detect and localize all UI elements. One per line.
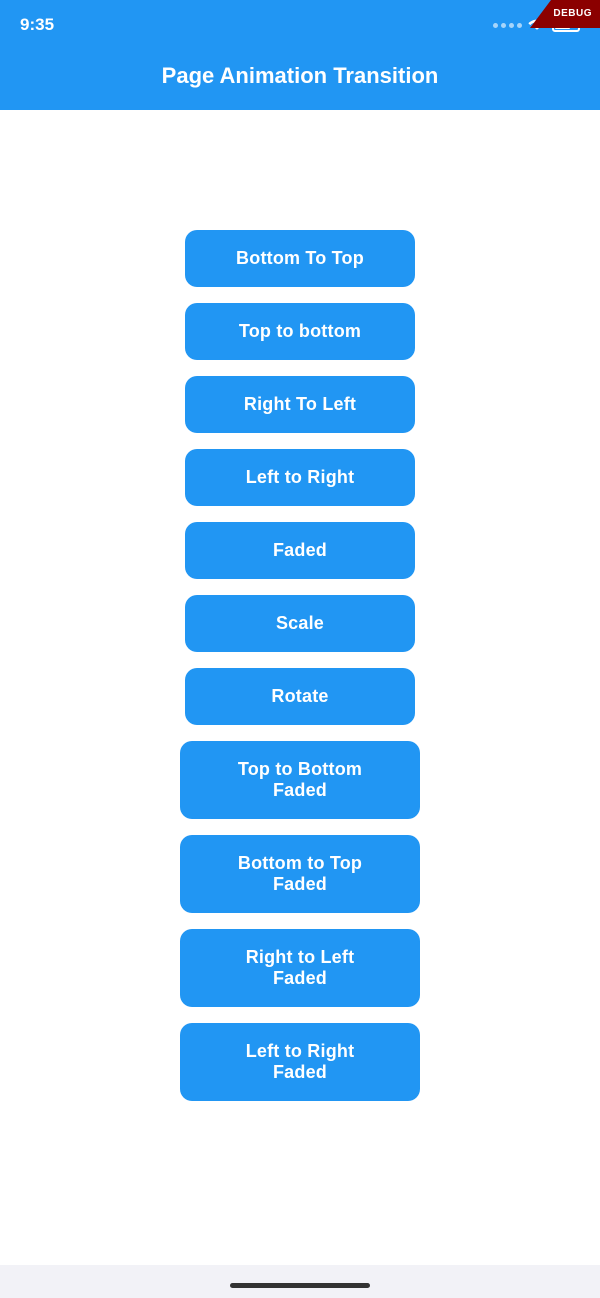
app-title: Page Animation Transition — [162, 63, 439, 89]
button-bottom-to-top-faded[interactable]: Bottom to Top Faded — [180, 835, 420, 913]
app-bar: Page Animation Transition — [0, 50, 600, 110]
status-bar: 9:35 DEBUG — [0, 0, 600, 50]
button-left-to-right-faded[interactable]: Left to Right Faded — [180, 1023, 420, 1101]
home-indicator — [230, 1283, 370, 1288]
button-rotate[interactable]: Rotate — [185, 668, 415, 725]
signal-dots-icon — [493, 23, 522, 28]
button-left-to-right[interactable]: Left to Right — [185, 449, 415, 506]
debug-badge: DEBUG — [530, 0, 600, 28]
main-content: Bottom To Top Top to bottom Right To Left L… — [0, 110, 600, 1265]
button-scale[interactable]: Scale — [185, 595, 415, 652]
button-bottom-to-top[interactable]: Bottom To Top — [185, 230, 415, 287]
button-faded[interactable]: Faded — [185, 522, 415, 579]
status-time: 9:35 — [20, 15, 54, 35]
button-top-to-bottom[interactable]: Top to bottom — [185, 303, 415, 360]
button-top-to-bottom-faded[interactable]: Top to Bottom Faded — [180, 741, 420, 819]
button-right-to-left[interactable]: Right To Left — [185, 376, 415, 433]
button-right-to-left-faded[interactable]: Right to Left Faded — [180, 929, 420, 1007]
